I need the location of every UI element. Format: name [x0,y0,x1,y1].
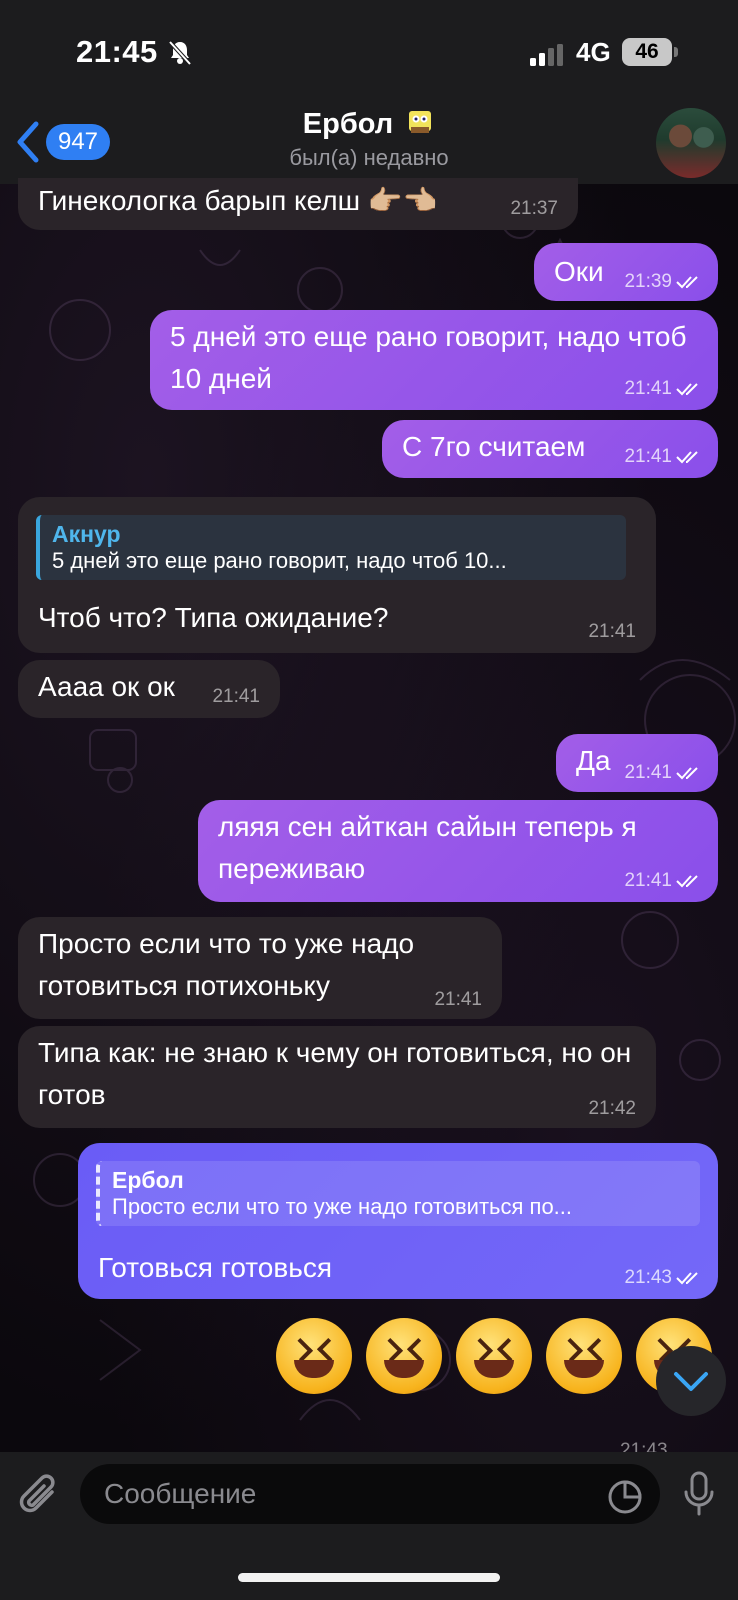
unread-count-badge[interactable]: 947 [46,124,110,160]
message-time: 21:41 [434,989,482,1010]
message-bubble-incoming[interactable]: Аааа ок ок 21:41 [18,660,280,718]
double-check-icon [676,875,698,888]
message-input[interactable]: Сообщение [80,1464,660,1524]
double-check-icon [676,1272,698,1285]
message-text: Оки [554,256,604,287]
message-time: 21:42 [588,1098,636,1119]
message-meta: 21:43 [624,1267,702,1289]
laughing-emoji [276,1318,352,1394]
message-bubble-outgoing-reply[interactable]: Ербол Просто если что то уже надо готови… [78,1143,718,1299]
chat-title: Ербол [200,108,538,141]
message-bubble-outgoing[interactable]: 5 дней это еще рано говорит, надо чтоб 1… [150,310,718,410]
avatar[interactable] [656,108,726,178]
message-text: С 7го считаем [402,431,586,462]
sticker-icon[interactable] [606,1478,644,1516]
message-bubble-outgoing[interactable]: Да 21:41 [556,734,718,792]
message-meta: 21:41 [624,446,702,468]
message-time: 21:43 [624,1267,672,1288]
message-text: Просто если что то уже надо готовиться п… [38,928,415,1001]
signal-icon [530,44,563,66]
message-text: Чтоб что? Типа ожидание? [38,602,389,633]
message-time: 21:41 [624,446,672,467]
message-bubble-incoming[interactable]: Типа как: не знаю к чему он готовиться, … [18,1026,656,1128]
message-meta: 21:41 [624,378,702,400]
message-meta: 21:41 [624,762,702,784]
bell-slash-icon [168,40,192,66]
double-check-icon [676,451,698,464]
status-bar: 21:45 4G 46 [0,0,738,100]
double-check-icon [676,767,698,780]
chevron-down-icon [674,1372,708,1391]
chat-header: 947 Ербол был(а) недавно [0,100,738,184]
message-time: 21:41 [212,686,260,707]
reply-quote[interactable]: Ербол Просто если что то уже надо готови… [96,1161,700,1226]
message-bubble-incoming[interactable]: Просто если что то уже надо готовиться п… [18,917,502,1019]
laughing-emoji [366,1318,442,1394]
back-chevron-icon[interactable] [14,120,42,164]
message-bubble-outgoing[interactable]: Оки 21:39 [534,243,718,301]
battery-tip [674,47,678,57]
reply-quote[interactable]: Акнур 5 дней это еще рано говорит, надо … [36,515,626,580]
message-time: 21:41 [624,378,672,399]
last-seen-status: был(а) недавно [289,145,449,170]
mic-icon[interactable] [682,1470,716,1518]
message-text: 5 дней это еще рано говорит, надо чтоб 1… [170,321,687,394]
message-time: 21:39 [624,271,672,292]
double-check-icon [676,383,698,396]
reply-text: 5 дней это еще рано говорит, надо чтоб 1… [52,548,507,573]
message-input-bar: Сообщение [0,1452,738,1600]
message-time: 21:41 [588,621,636,642]
reply-author: Акнур [52,521,121,547]
reply-author: Ербол [112,1167,184,1193]
message-bubble-outgoing[interactable]: С 7го считаем 21:41 [382,420,718,478]
message-time: 21:37 [510,198,558,219]
message-text: Типа как: не знаю к чему он готовиться, … [38,1037,632,1110]
chat-title-block[interactable]: Ербол был(а) недавно [200,108,538,171]
message-bubble-outgoing[interactable]: ляяя сен айткан сайын теперь я переживаю… [198,800,718,902]
status-time: 21:45 [76,34,158,69]
scroll-down-button[interactable] [656,1346,726,1416]
laughing-emoji [546,1318,622,1394]
message-text: Да [576,745,611,776]
contact-name: Ербол [302,108,394,140]
laughing-emoji [456,1318,532,1394]
message-text: Аааа ок ок [38,671,175,702]
message-bubble-incoming-reply[interactable]: Акнур 5 дней это еще рано говорит, надо … [18,497,656,653]
double-check-icon [676,276,698,289]
message-text: Готовься готовься [98,1252,332,1283]
message-bubble-incoming[interactable]: Гинекологка барып келш 👉🏼👈🏼 21:37 [18,178,578,230]
battery-indicator: 46 [622,38,672,66]
attach-icon[interactable] [18,1474,62,1520]
network-type: 4G [576,37,611,67]
home-indicator [238,1573,500,1582]
message-meta: 21:41 [624,870,702,892]
sponge-emoji-icon [409,111,432,133]
message-time: 21:41 [624,762,672,783]
message-text: Гинекологка барып келш 👉🏼👈🏼 [38,185,438,216]
message-time: 21:41 [624,870,672,891]
reply-text: Просто если что то уже надо готовиться п… [112,1194,573,1219]
message-meta: 21:39 [624,271,702,293]
